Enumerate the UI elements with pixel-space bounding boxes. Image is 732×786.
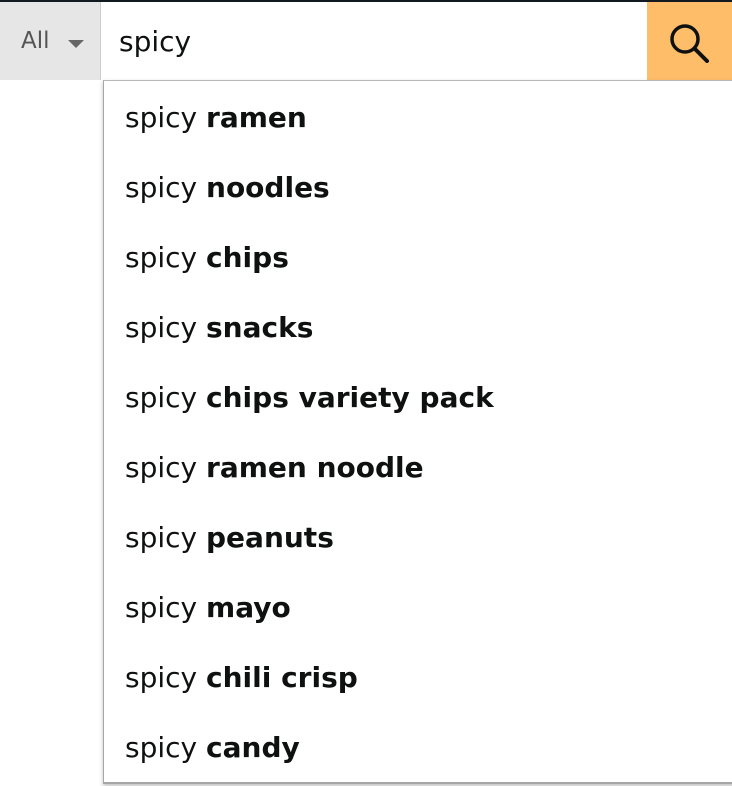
suggestion-text: spicy chips [125, 242, 289, 274]
suggestion-prefix: spicy [125, 451, 198, 484]
category-select[interactable]: All [0, 2, 101, 80]
suggestion-prefix: spicy [125, 521, 198, 554]
suggestion-text: spicy peanuts [125, 522, 334, 554]
suggestion-prefix: spicy [125, 171, 198, 204]
suggestion-prefix: spicy [125, 311, 198, 344]
suggestion-item[interactable]: spicy ramen noodle [104, 431, 732, 501]
suggestion-item[interactable]: spicy peanuts [104, 501, 732, 571]
suggestion-item[interactable]: spicy candy [104, 711, 732, 781]
suggestion-completion: peanuts [206, 521, 334, 554]
search-button[interactable] [647, 2, 732, 80]
suggestion-item[interactable]: spicy snacks [104, 291, 732, 361]
suggestion-text: spicy ramen [125, 102, 307, 134]
suggestion-item[interactable]: spicy chips variety pack [104, 361, 732, 431]
suggestion-text: spicy candy [125, 732, 300, 764]
suggestion-prefix: spicy [125, 381, 198, 414]
category-label: All [21, 28, 50, 54]
suggestion-completion: mayo [206, 591, 291, 624]
suggestion-prefix: spicy [125, 661, 198, 694]
suggestion-item[interactable]: spicy chips [104, 221, 732, 291]
suggestions-dropdown: spicy ramen spicy noodles spicy chips sp… [103, 80, 732, 784]
suggestion-text: spicy chili crisp [125, 662, 358, 694]
suggestion-completion: snacks [206, 311, 314, 344]
caret-down-icon [68, 40, 84, 48]
suggestion-completion: chips [206, 241, 289, 274]
suggestion-text: spicy chips variety pack [125, 382, 494, 414]
suggestion-item[interactable]: spicy chili crisp [104, 641, 732, 711]
suggestion-completion: chips variety pack [206, 381, 494, 414]
suggestion-item[interactable]: spicy mayo [104, 571, 732, 641]
suggestion-completion: candy [206, 731, 300, 764]
suggestion-text: spicy ramen noodle [125, 452, 424, 484]
suggestion-completion: ramen [206, 101, 307, 134]
suggestion-completion: ramen noodle [206, 451, 424, 484]
suggestion-completion: noodles [206, 171, 330, 204]
suggestion-prefix: spicy [125, 101, 198, 134]
suggestion-text: spicy noodles [125, 172, 330, 204]
search-bar: All [0, 0, 732, 80]
suggestion-text: spicy snacks [125, 312, 313, 344]
suggestion-prefix: spicy [125, 591, 198, 624]
suggestion-prefix: spicy [125, 731, 198, 764]
suggestion-completion: chili crisp [206, 661, 358, 694]
suggestion-text: spicy mayo [125, 592, 291, 624]
suggestion-item[interactable]: spicy noodles [104, 151, 732, 221]
suggestion-prefix: spicy [125, 241, 198, 274]
magnifying-glass-icon [670, 24, 709, 63]
suggestion-item[interactable]: spicy ramen [104, 81, 732, 151]
search-input[interactable] [101, 2, 647, 80]
